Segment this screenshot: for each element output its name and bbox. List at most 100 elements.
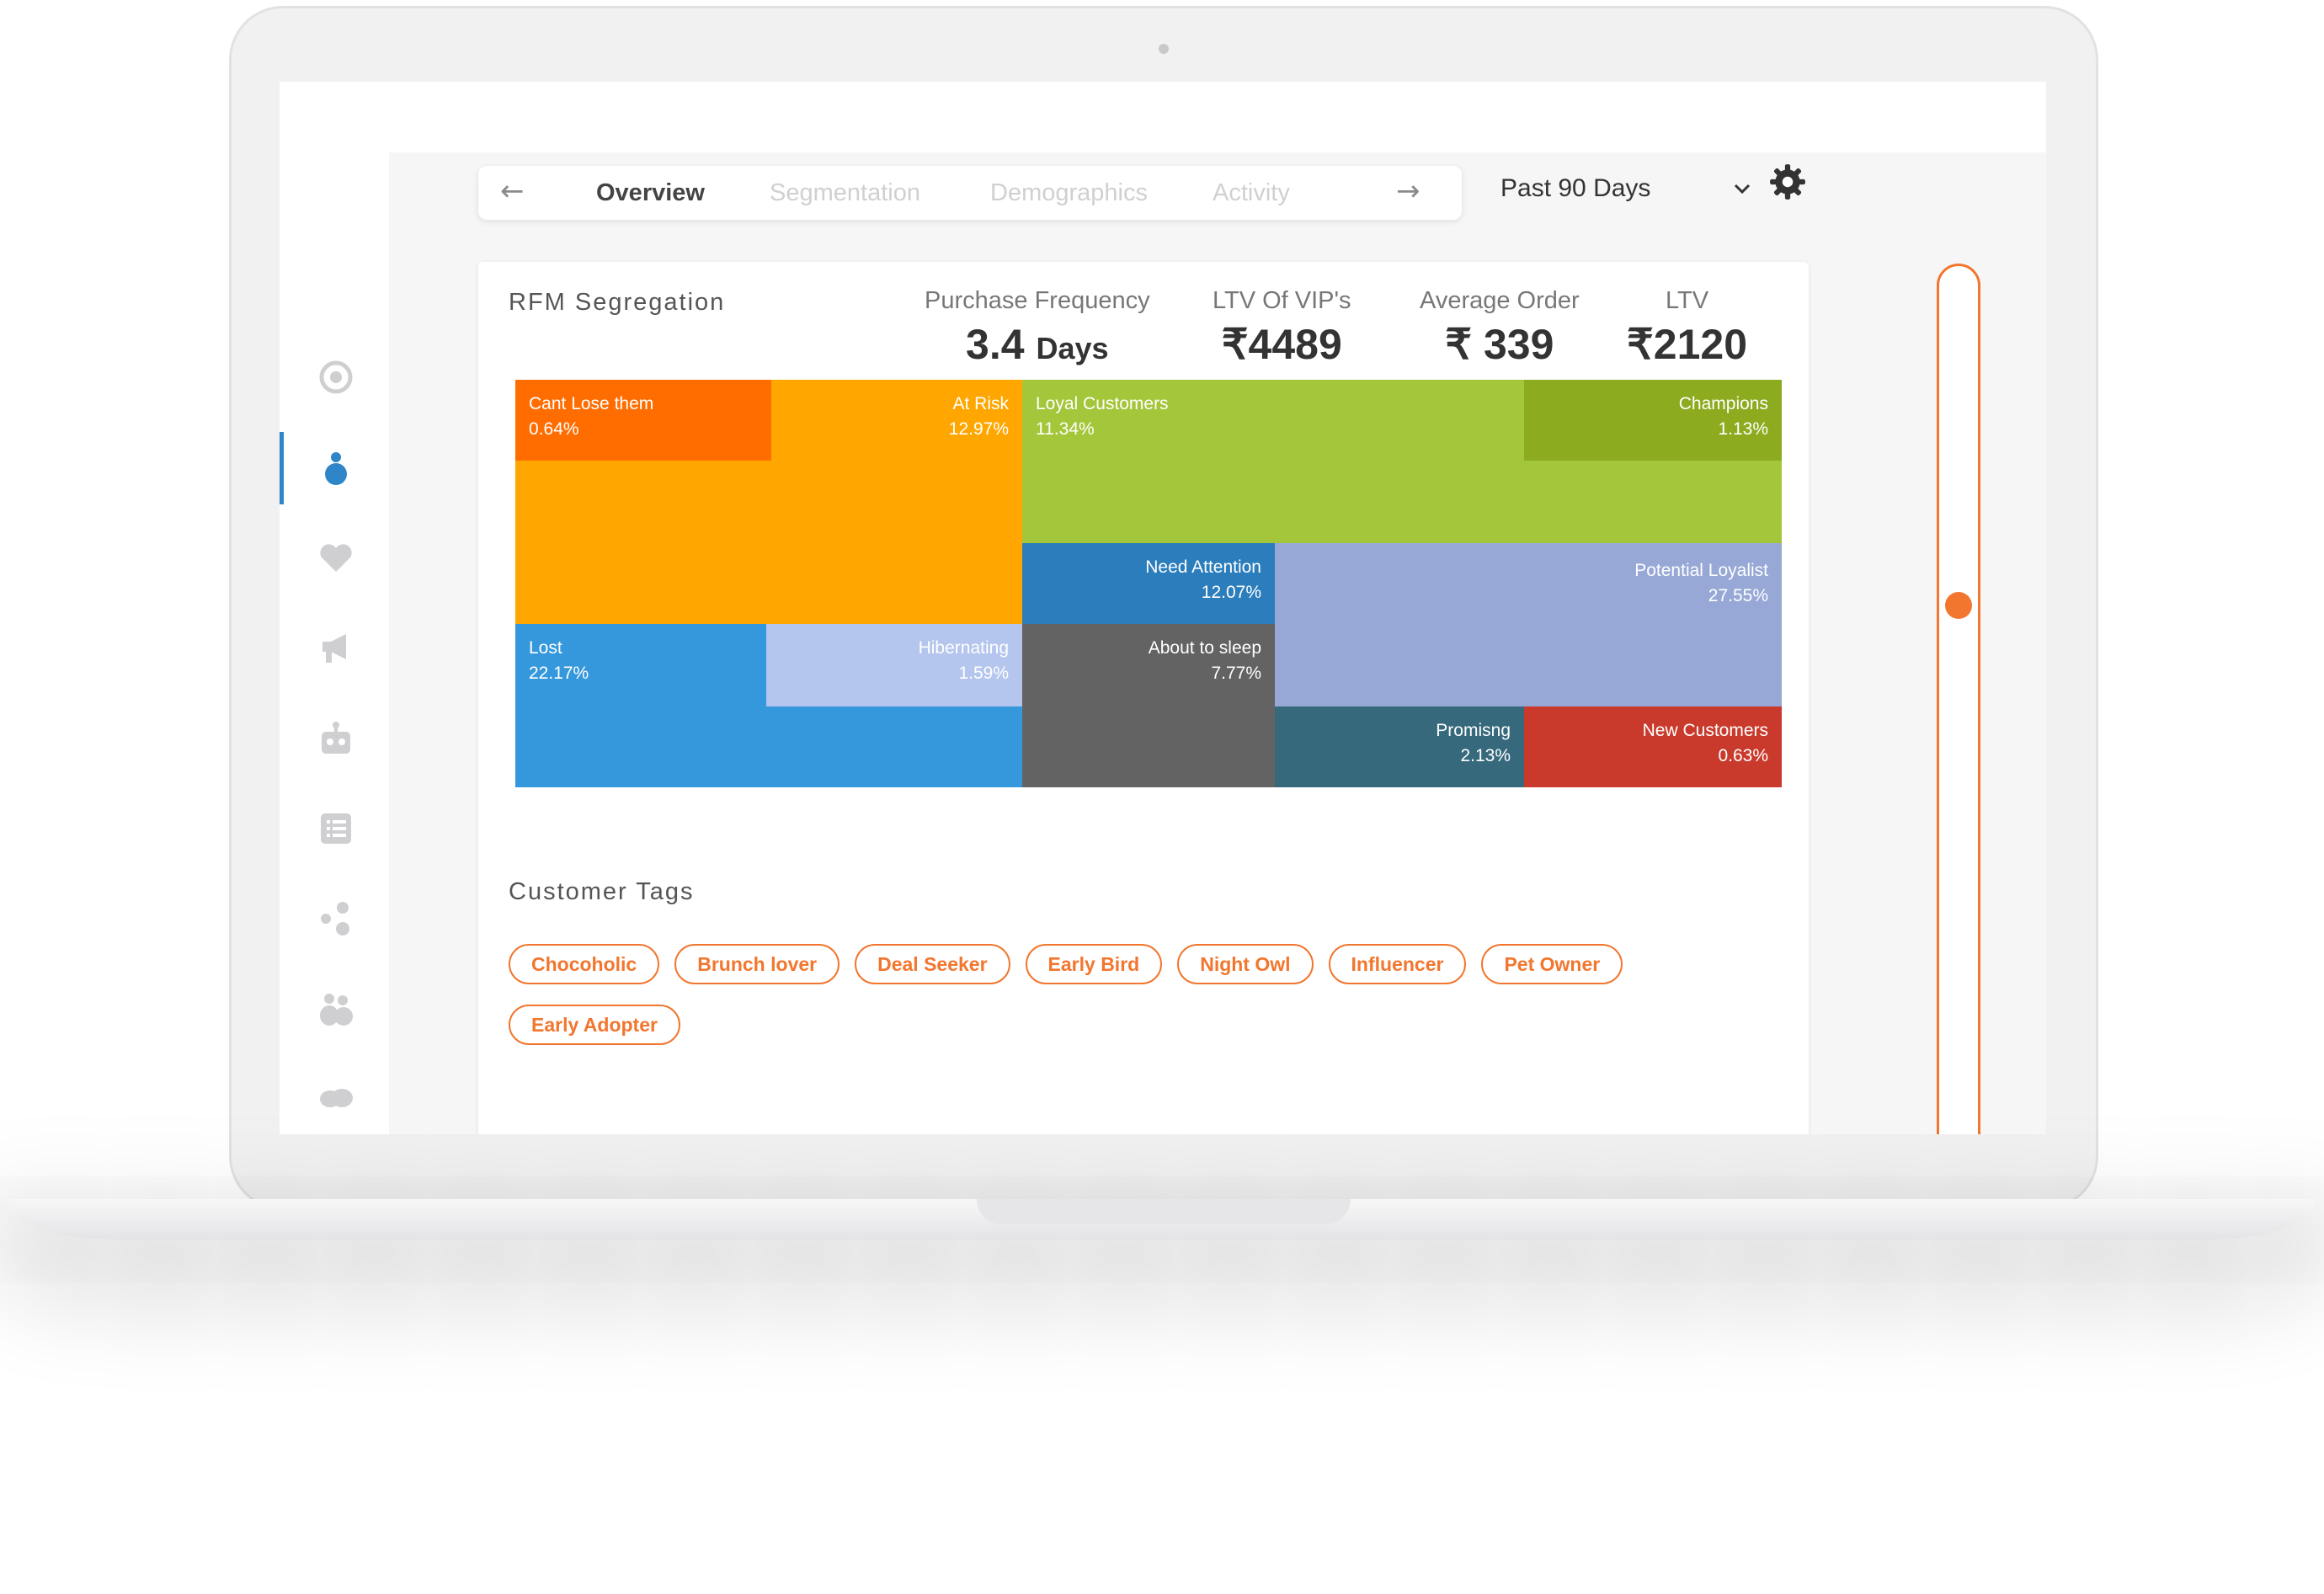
segment-percent: 0.64% [529, 419, 579, 439]
kpi-value: ₹2120 [1627, 321, 1748, 368]
segment-name: Lost [529, 638, 562, 658]
segment-name: Champions [1678, 394, 1768, 413]
sidebar-item-target[interactable] [313, 355, 359, 400]
rfm-treemap: Cant Lose them 0.64% At Risk 12.97% Loya… [515, 380, 1782, 787]
segment-lost-extension[interactable] [766, 706, 1022, 787]
segment-name: Potential Loyalist [1634, 561, 1768, 580]
kpi-purchase-frequency: Purchase Frequency 3.4 Days [925, 287, 1150, 369]
arrow-left-icon[interactable]: ← [500, 174, 525, 208]
list-icon [321, 813, 351, 844]
segment-about-to-sleep[interactable]: About to sleep 7.77% [1022, 624, 1275, 787]
sidebar-item-chat[interactable] [313, 1076, 359, 1122]
kpi-average-order: Average Order ₹ 339 [1420, 287, 1580, 369]
sidebar-item-megaphone[interactable] [313, 626, 359, 671]
kpi-ltv-vip: LTV Of VIP's ₹4489 [1213, 287, 1351, 369]
sidebar-item-user[interactable] [313, 445, 359, 491]
sidebar-item-list[interactable] [313, 806, 359, 851]
sidebar-item-network[interactable] [313, 896, 359, 941]
period-value: Past 90 Days [1500, 174, 1651, 202]
vertical-slider-track[interactable] [1937, 264, 1980, 1134]
vertical-slider-handle[interactable] [1945, 592, 1972, 620]
tag-influencer[interactable]: Influencer [1328, 944, 1467, 984]
segment-percent: 7.77% [1211, 664, 1261, 683]
segment-percent: 0.63% [1718, 746, 1768, 765]
chevron-down-icon [1734, 184, 1751, 195]
tag-chocoholic[interactable]: Chocoholic [509, 944, 660, 984]
arrow-right-icon[interactable]: → [1396, 174, 1421, 208]
tag-deal-seeker[interactable]: Deal Seeker [855, 944, 1010, 984]
kpi-label: Average Order [1420, 287, 1580, 314]
segment-percent: 11.34% [1036, 419, 1095, 439]
customer-tags-list: Chocoholic Brunch lover Deal Seeker Early B… [509, 944, 1687, 1065]
period-dropdown[interactable]: Past 90 Days [1500, 166, 1753, 211]
tab-overview[interactable]: Overview [596, 179, 705, 207]
kpi-label: Purchase Frequency [925, 287, 1150, 314]
segment-name: Promisng [1436, 721, 1511, 740]
tab-activity[interactable]: Activity [1213, 179, 1290, 207]
user-icon [325, 452, 347, 485]
segment-at-risk[interactable]: At Risk 12.97% [771, 380, 1022, 624]
segment-cant-lose-them[interactable]: Cant Lose them 0.64% [515, 380, 771, 461]
sidebar-item-robot[interactable] [313, 716, 359, 761]
segment-percent: 27.55% [1708, 586, 1768, 605]
segment-percent: 12.07% [1201, 583, 1261, 602]
screen-top-strip [280, 82, 2046, 152]
kpi-label: LTV [1666, 287, 1709, 314]
kpi-value: 3.4 Days [925, 320, 1150, 369]
segment-promisng[interactable]: Promisng 2.13% [1275, 706, 1524, 787]
segment-name: Loyal Customers [1036, 394, 1169, 413]
segment-need-attention[interactable]: Need Attention 12.07% [1022, 543, 1275, 624]
tab-demographics[interactable]: Demographics [990, 179, 1148, 207]
kpi-label: LTV Of VIP's [1213, 287, 1351, 314]
segment-loyal-customers-extension[interactable] [1524, 461, 1782, 543]
kpi-value: ₹4489 [1221, 321, 1342, 368]
gear-icon[interactable] [1768, 163, 1807, 201]
segment-lost[interactable]: Lost 22.17% [515, 624, 766, 787]
segment-percent: 1.59% [958, 664, 1009, 683]
tag-pet-owner[interactable]: Pet Owner [1481, 944, 1623, 984]
app-screen: ← Overview Segmentation Demographics Act… [280, 82, 2046, 1134]
sidebar-active-indicator [280, 432, 284, 504]
users-icon [320, 994, 353, 1026]
rfm-title: RFM Segregation [509, 289, 726, 316]
robot-icon [322, 722, 350, 754]
segment-name: About to sleep [1148, 638, 1261, 658]
rfm-card: RFM Segregation Purchase Frequency 3.4 D… [478, 262, 1809, 1134]
segment-new-customers[interactable]: New Customers 0.63% [1524, 706, 1782, 787]
sidebar-item-heart[interactable] [313, 536, 359, 581]
segment-percent: 22.17% [529, 664, 589, 683]
sidebar-item-users[interactable] [313, 986, 359, 1032]
segment-potential-loyalist[interactable]: Potential Loyalist 27.55% [1275, 543, 1782, 706]
tab-bar: ← Overview Segmentation Demographics Act… [478, 166, 1462, 220]
laptop-notch [977, 1199, 1351, 1224]
customer-tags-title: Customer Tags [509, 878, 695, 905]
tab-segmentation[interactable]: Segmentation [770, 179, 920, 207]
segment-name: Need Attention [1145, 557, 1261, 577]
segment-hibernating[interactable]: Hibernating 1.59% [766, 624, 1022, 706]
segment-name: Hibernating [918, 638, 1009, 658]
segment-champions[interactable]: Champions 1.13% [1524, 380, 1782, 461]
tag-early-adopter[interactable]: Early Adopter [509, 1005, 680, 1045]
segment-name: New Customers [1642, 721, 1768, 740]
segment-percent: 2.13% [1460, 746, 1511, 765]
kpi-value: ₹ 339 [1445, 321, 1554, 368]
kpi-number: 3.4 [966, 321, 1025, 368]
tag-night-owl[interactable]: Night Owl [1177, 944, 1314, 984]
segment-percent: 12.97% [948, 419, 1009, 439]
kpi-ltv: LTV ₹2120 [1627, 287, 1747, 369]
megaphone-icon [322, 634, 346, 663]
target-icon [319, 360, 353, 394]
segment-at-risk-extension[interactable] [515, 461, 771, 624]
heart-icon [320, 544, 352, 572]
network-icon [321, 902, 349, 936]
tag-brunch-lover[interactable]: Brunch lover [674, 944, 840, 984]
tag-early-bird[interactable]: Early Bird [1025, 944, 1163, 984]
segment-loyal-customers[interactable]: Loyal Customers 11.34% [1022, 380, 1524, 543]
segment-name: Cant Lose them [529, 394, 654, 413]
chat-bubbles-icon [320, 1089, 353, 1107]
kpi-unit: Days [1036, 331, 1109, 365]
camera-dot [1159, 44, 1169, 54]
sidebar [280, 152, 389, 1134]
segment-name: At Risk [952, 394, 1009, 413]
segment-percent: 1.13% [1718, 419, 1768, 439]
